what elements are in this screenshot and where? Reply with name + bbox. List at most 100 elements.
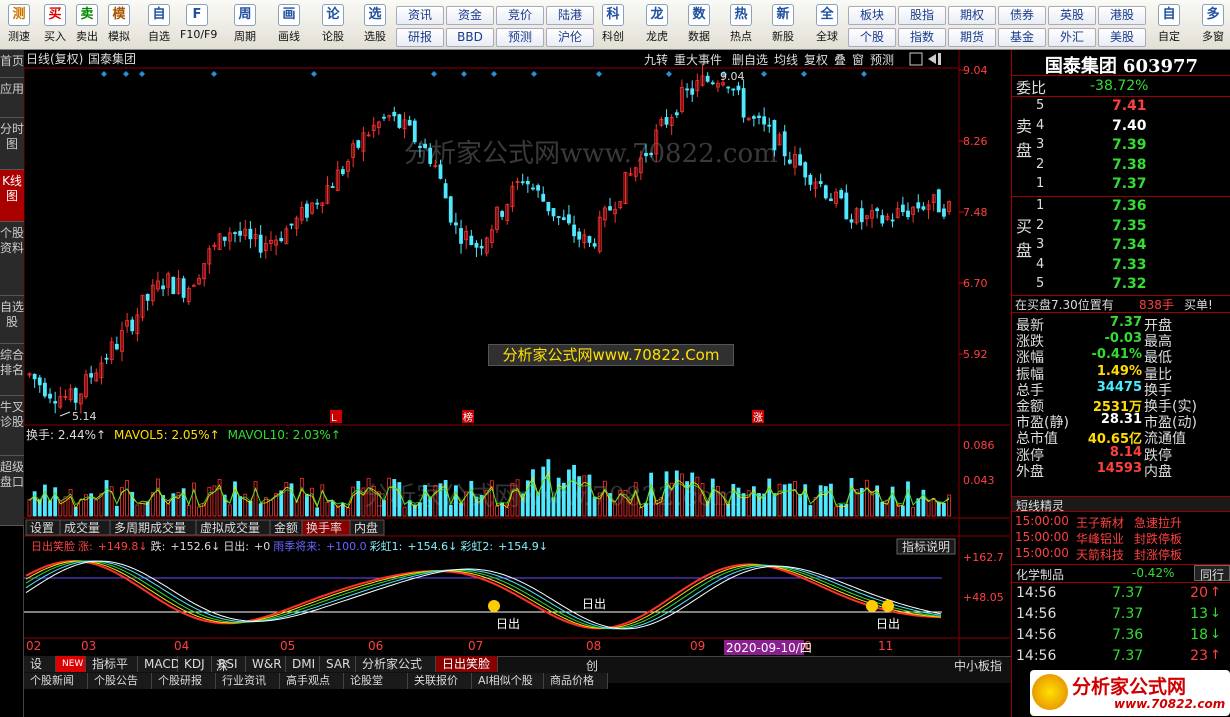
sprite-stock[interactable]: 王子新材: [1076, 514, 1124, 531]
toolbar-small-2[interactable]: 竞价: [496, 6, 544, 25]
kline-chart-area[interactable]: 日线(复权) 国泰集团 九转 重大事件 删自选 均线 复权叠窗预测 9.04 8.26 7.48 6…: [23, 50, 1010, 658]
toolbar-button-star[interactable]: 自自选: [142, 2, 176, 48]
tick-volume: 23: [1190, 648, 1208, 664]
toolbar-small-12[interactable]: 英股: [1048, 6, 1096, 25]
toolbar-small-14[interactable]: 个股: [848, 28, 896, 47]
toolbar-button-globe[interactable]: 全全球: [810, 2, 844, 48]
toolbar-small-11[interactable]: 债券: [998, 6, 1046, 25]
volume-bar: [808, 505, 813, 517]
toolbar-button-custom[interactable]: 自自定: [1152, 2, 1186, 48]
chart-top-button-3[interactable]: 均线: [774, 53, 798, 67]
sprite-title: 短线精灵: [1016, 499, 1065, 513]
news-tab-2[interactable]: 个股研报: [152, 673, 216, 689]
sprite-stock[interactable]: 天箭科技: [1076, 546, 1124, 563]
indicator-tab-8[interactable]: SAR: [320, 656, 356, 672]
left-tab-5[interactable]: 自选股: [0, 296, 24, 344]
toolbar-button-period[interactable]: 周周期: [228, 2, 262, 48]
toolbar-button-buy[interactable]: 买买入: [38, 2, 72, 48]
volume-bar: [310, 487, 314, 517]
status-item-1: 创: [586, 659, 599, 673]
arrow-right-icon[interactable]: [928, 54, 936, 64]
indicator-tab-10[interactable]: 日出笑脸: [436, 656, 498, 672]
toolbar-small-16[interactable]: 期货: [948, 28, 996, 47]
indicator-tab-3[interactable]: MACD: [138, 656, 180, 672]
toolbar-small-9[interactable]: 股指: [898, 6, 946, 25]
volume-bar: [305, 493, 309, 517]
toolbar-button-pe[interactable]: 数数据: [682, 2, 716, 48]
toolbar-button-hot[interactable]: 热热点: [724, 2, 758, 48]
toolbar-small-18[interactable]: 外汇: [1048, 28, 1096, 47]
lock-icon[interactable]: [909, 52, 923, 66]
sprite-stock[interactable]: 华峰铝业: [1076, 530, 1124, 547]
toolbar-small-4[interactable]: 研报: [396, 28, 444, 47]
left-tab-2[interactable]: 分时图: [0, 118, 24, 170]
indicator-tab-1[interactable]: NEW: [56, 656, 86, 672]
month-label: 05: [280, 639, 295, 653]
price-tick: 7.48: [963, 206, 988, 219]
chart-top-button-1[interactable]: 重大事件: [674, 53, 722, 67]
indicator-tab-7[interactable]: DMI: [286, 656, 320, 672]
toolbar-button-kechuang[interactable]: 科科创: [596, 2, 630, 48]
chart-top-button-2[interactable]: 删自选: [732, 53, 768, 67]
toolbar-small-19[interactable]: 美股: [1098, 28, 1146, 47]
news-tab-6[interactable]: 关联报价: [408, 673, 472, 689]
toolbar-button-talk[interactable]: 论论股: [316, 2, 350, 48]
news-tab-0[interactable]: 个股新闻: [24, 673, 88, 689]
toolbar-button-f10[interactable]: F F10/F9: [180, 2, 217, 48]
stat-value: -0.41%: [1091, 347, 1143, 363]
month-label: 09: [690, 639, 705, 653]
big-order-suffix: 买单!: [1184, 298, 1213, 312]
left-tab-4[interactable]: 个股资料: [0, 222, 24, 296]
toolbar-small-5[interactable]: BBD: [446, 28, 494, 47]
price-tick: 9.04: [963, 64, 988, 77]
left-tab-3[interactable]: K线图: [0, 170, 24, 222]
chart-top-button-6[interactable]: 窗: [852, 53, 864, 67]
toolbar-button-sell[interactable]: 卖卖出: [70, 2, 104, 48]
toolbar-button-newstock[interactable]: 新新股: [766, 2, 800, 48]
news-tab-5[interactable]: 论股堂: [344, 673, 408, 689]
chart-top-button-5[interactable]: 叠: [834, 53, 846, 67]
indicator-tab-0[interactable]: 设置: [24, 656, 56, 687]
toolbar-small-15[interactable]: 指数: [898, 28, 946, 47]
toolbar-button-multiwin[interactable]: 多多窗: [1196, 2, 1230, 48]
indicator-tab-2[interactable]: 指标平台: [86, 656, 138, 687]
toolbar-small-10[interactable]: 期权: [948, 6, 996, 25]
industry-peer-button[interactable]: 同行: [1194, 565, 1230, 582]
toolbar-button-dragon[interactable]: 龙龙虎: [640, 2, 674, 48]
news-tab-4[interactable]: 高手观点: [280, 673, 344, 689]
sunrise-label: 日出: [876, 617, 900, 631]
news-tab-7[interactable]: AI相似个股: [472, 673, 544, 689]
indicator-tab-4[interactable]: KDJ: [178, 656, 212, 672]
left-tab-0[interactable]: 首页: [0, 50, 24, 78]
chart-top-button-4[interactable]: 复权: [804, 53, 828, 67]
toolbar-small-17[interactable]: 基金: [998, 28, 1046, 47]
left-tab-6[interactable]: 综合排名: [0, 344, 24, 396]
toolbar-button-hammer[interactable]: 模模拟: [102, 2, 136, 48]
toolbar-button-label: 画线: [278, 30, 300, 43]
left-tab-8[interactable]: 超级盘口: [0, 456, 24, 526]
globe-icon: 全: [816, 4, 838, 26]
candle-body: [649, 153, 654, 155]
toolbar-small-7[interactable]: 沪伦: [546, 28, 594, 47]
news-tab-1[interactable]: 个股公告: [88, 673, 152, 689]
toolbar-small-1[interactable]: 资金: [446, 6, 494, 25]
toolbar-small-13[interactable]: 港股: [1098, 6, 1146, 25]
indicator-tab-6[interactable]: W&R: [246, 656, 286, 672]
toolbar-small-6[interactable]: 预测: [496, 28, 544, 47]
chart-top-button-0[interactable]: 九转: [644, 52, 668, 67]
toolbar-small-8[interactable]: 板块: [848, 6, 896, 25]
toolbar-button-clock[interactable]: 测测速: [2, 2, 36, 48]
volume-bar: [94, 499, 99, 517]
toolbar-small-0[interactable]: 资讯: [396, 6, 444, 25]
toolbar-button-select[interactable]: 选选股: [358, 2, 392, 48]
toolbar-button-label: 多窗: [1202, 30, 1224, 43]
indicator-tab-9[interactable]: 分析家公式网: [356, 656, 436, 687]
toolbar-small-3[interactable]: 陆港: [546, 6, 594, 25]
news-tab-8[interactable]: 商品价格: [544, 673, 608, 689]
news-tab-3[interactable]: 行业资讯: [216, 673, 280, 689]
toolbar-button-pen[interactable]: 画画线: [272, 2, 306, 48]
left-tab-7[interactable]: 牛叉诊股: [0, 396, 24, 456]
toolbar-button-label: 龙虎: [646, 30, 668, 43]
left-tab-1[interactable]: 应用: [0, 78, 24, 118]
chart-top-button-7[interactable]: 预测: [870, 53, 894, 67]
